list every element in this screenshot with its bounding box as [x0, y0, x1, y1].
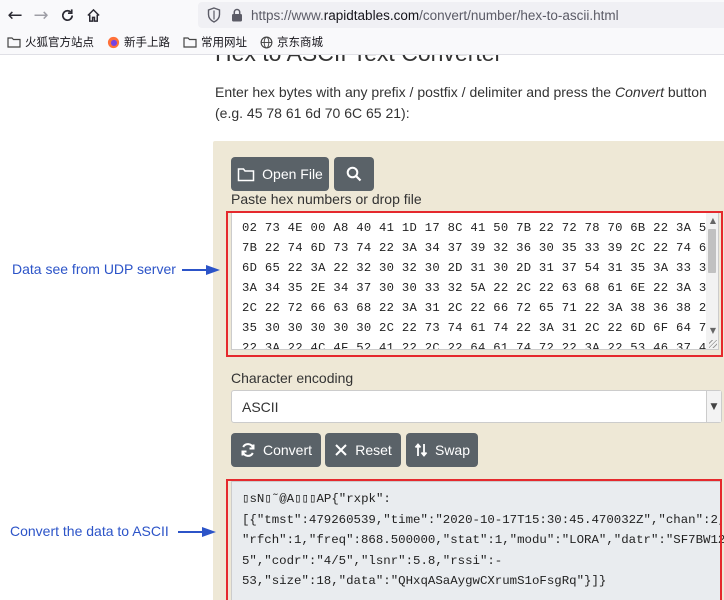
- search-icon: [346, 166, 362, 182]
- firefox-icon: [107, 36, 120, 48]
- search-button[interactable]: [334, 157, 374, 191]
- ascii-output-highlight: [226, 479, 722, 600]
- lock-icon[interactable]: [231, 8, 243, 22]
- ascii-annotation: Convert the data to ASCII: [10, 523, 169, 539]
- instructions-emphasis: Convert: [614, 84, 664, 100]
- bookmark-label: 常用网址: [201, 37, 247, 49]
- browser-toolbar: ← → https://www.rapidtables.com/convert/…: [0, 0, 724, 30]
- swap-icon: [414, 443, 428, 457]
- bookmark-label: 京东商城: [277, 37, 323, 49]
- convert-button[interactable]: Convert: [231, 433, 321, 467]
- globe-icon: [260, 36, 273, 48]
- reset-button[interactable]: Reset: [325, 433, 401, 467]
- paste-label: Paste hex numbers or drop file: [231, 191, 422, 207]
- open-file-button[interactable]: Open File: [231, 157, 329, 191]
- refresh-icon: [241, 443, 255, 457]
- url-text[interactable]: https://www.rapidtables.com/convert/numb…: [251, 8, 619, 23]
- bookmark-label: 火狐官方站点: [25, 37, 94, 49]
- swap-button[interactable]: Swap: [406, 433, 478, 467]
- address-bar[interactable]: https://www.rapidtables.com/convert/numb…: [198, 2, 724, 28]
- instructions-text-end: button: [664, 84, 707, 100]
- convert-label: Convert: [262, 442, 313, 458]
- encoding-label: Character encoding: [231, 370, 354, 386]
- forward-arrow-icon[interactable]: →: [28, 2, 54, 28]
- close-icon: [335, 444, 347, 456]
- annotation-arrow-icon: [178, 527, 216, 537]
- udp-annotation: Data see from UDP server: [12, 261, 176, 277]
- instructions-text: Enter hex bytes with any prefix / postfi…: [215, 84, 615, 100]
- instructions: Enter hex bytes with any prefix / postfi…: [215, 82, 715, 124]
- reset-label: Reset: [355, 442, 392, 458]
- bookmark-item[interactable]: 京东商城: [260, 34, 323, 50]
- reload-icon[interactable]: [54, 2, 80, 28]
- home-icon[interactable]: [80, 2, 106, 28]
- encoding-select[interactable]: ASCII ▼: [231, 390, 722, 423]
- encoding-value: ASCII: [242, 398, 279, 415]
- folder-icon: [237, 167, 255, 181]
- folder-icon: [7, 37, 21, 48]
- bookmark-item[interactable]: 新手上路: [107, 34, 170, 50]
- bookmark-item[interactable]: 火狐官方站点: [7, 34, 94, 50]
- back-arrow-icon[interactable]: ←: [2, 2, 28, 28]
- page-title: Hex to ASCII Text Converter: [215, 55, 502, 67]
- shield-icon[interactable]: [207, 7, 221, 23]
- example-text: (e.g. 45 78 61 6d 70 6C 65 21):: [215, 105, 410, 121]
- page-content: Hex to ASCII Text Converter Enter hex by…: [0, 55, 724, 600]
- bookmark-item[interactable]: 常用网址: [183, 34, 247, 50]
- bookmark-label: 新手上路: [124, 37, 170, 49]
- hex-input-highlight: [226, 211, 723, 357]
- open-file-label: Open File: [262, 166, 323, 182]
- swap-label: Swap: [434, 442, 471, 458]
- folder-icon: [183, 37, 197, 48]
- bookmarks-bar: 火狐官方站点 新手上路 常用网址 京东商城: [0, 30, 724, 55]
- annotation-arrow-icon: [182, 265, 220, 275]
- chevron-down-icon[interactable]: ▼: [706, 391, 721, 422]
